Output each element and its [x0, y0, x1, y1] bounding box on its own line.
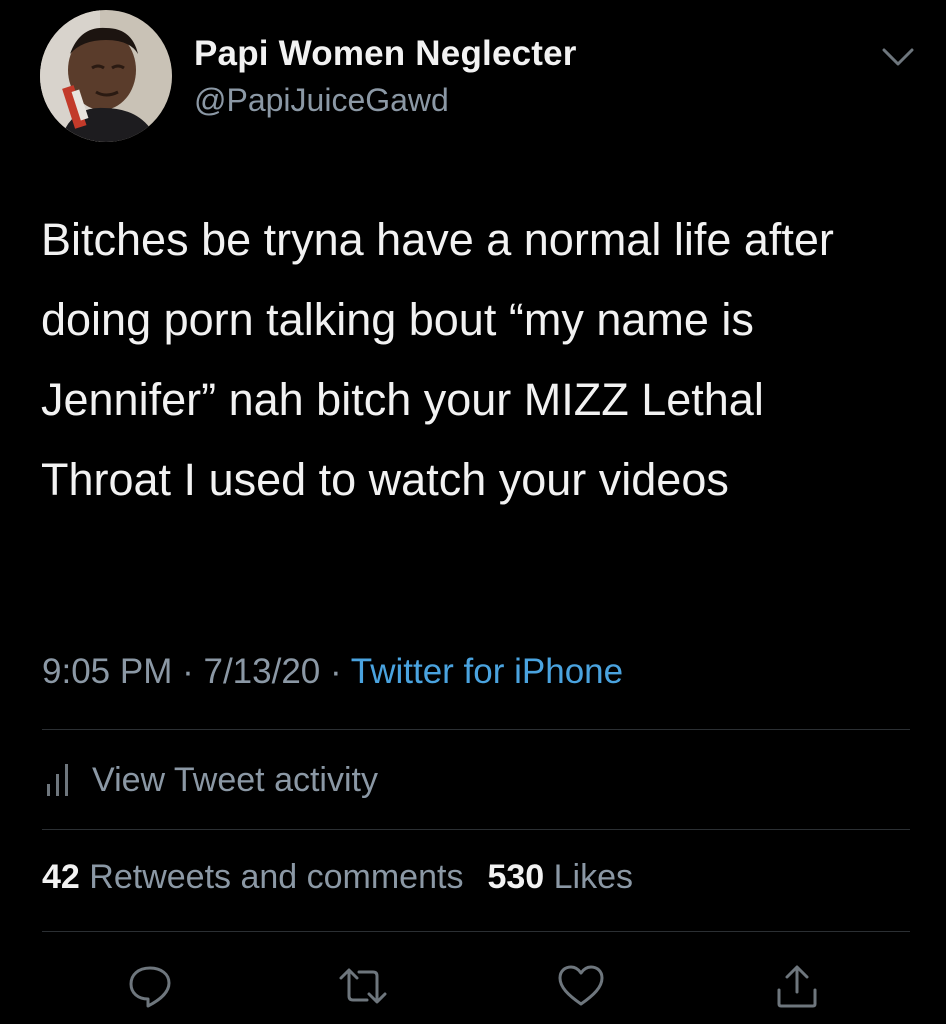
retweets-label: Retweets and comments [89, 858, 464, 896]
reply-button[interactable] [126, 962, 174, 1010]
meta-separator: · [182, 652, 194, 691]
avatar-photo [40, 10, 172, 142]
share-icon [777, 965, 817, 1008]
tweet-detail: Papi Women Neglecter @PapiJuiceGawd Bitc… [0, 0, 946, 1024]
divider [42, 829, 910, 830]
tweet-stats: 42 Retweets and comments 530 Likes [42, 858, 633, 897]
like-button[interactable] [556, 962, 604, 1010]
likes-count: 530 [487, 858, 545, 896]
retweets-stat[interactable]: 42 Retweets and comments [42, 858, 463, 896]
activity-label: View Tweet activity [92, 760, 378, 799]
tweet-time: 9:05 PM [42, 652, 173, 691]
view-tweet-activity-button[interactable]: View Tweet activity [42, 756, 378, 804]
tweet-date: 7/13/20 [203, 652, 321, 691]
like-icon [558, 965, 604, 1006]
retweet-icon [339, 968, 387, 1004]
avatar[interactable] [40, 10, 172, 142]
author-handle[interactable]: @PapiJuiceGawd [194, 82, 449, 119]
divider [42, 729, 910, 730]
reply-icon [129, 966, 171, 1008]
tweet-text: Bitches be tryna have a normal life afte… [41, 214, 834, 505]
likes-stat[interactable]: 530 Likes [487, 858, 633, 896]
tweet-meta: 9:05 PM · 7/13/20 · Twitter for iPhone [42, 652, 623, 692]
retweets-count: 42 [42, 858, 80, 896]
share-button[interactable] [773, 962, 821, 1010]
bar-chart-icon [47, 764, 68, 796]
retweet-button[interactable] [335, 962, 387, 1010]
tweet-source-link[interactable]: Twitter for iPhone [351, 652, 623, 691]
likes-label: Likes [553, 858, 634, 896]
divider [42, 931, 910, 932]
chevron-down-icon[interactable] [880, 44, 916, 72]
meta-separator: · [330, 652, 342, 691]
author-display-name[interactable]: Papi Women Neglecter [194, 34, 577, 74]
